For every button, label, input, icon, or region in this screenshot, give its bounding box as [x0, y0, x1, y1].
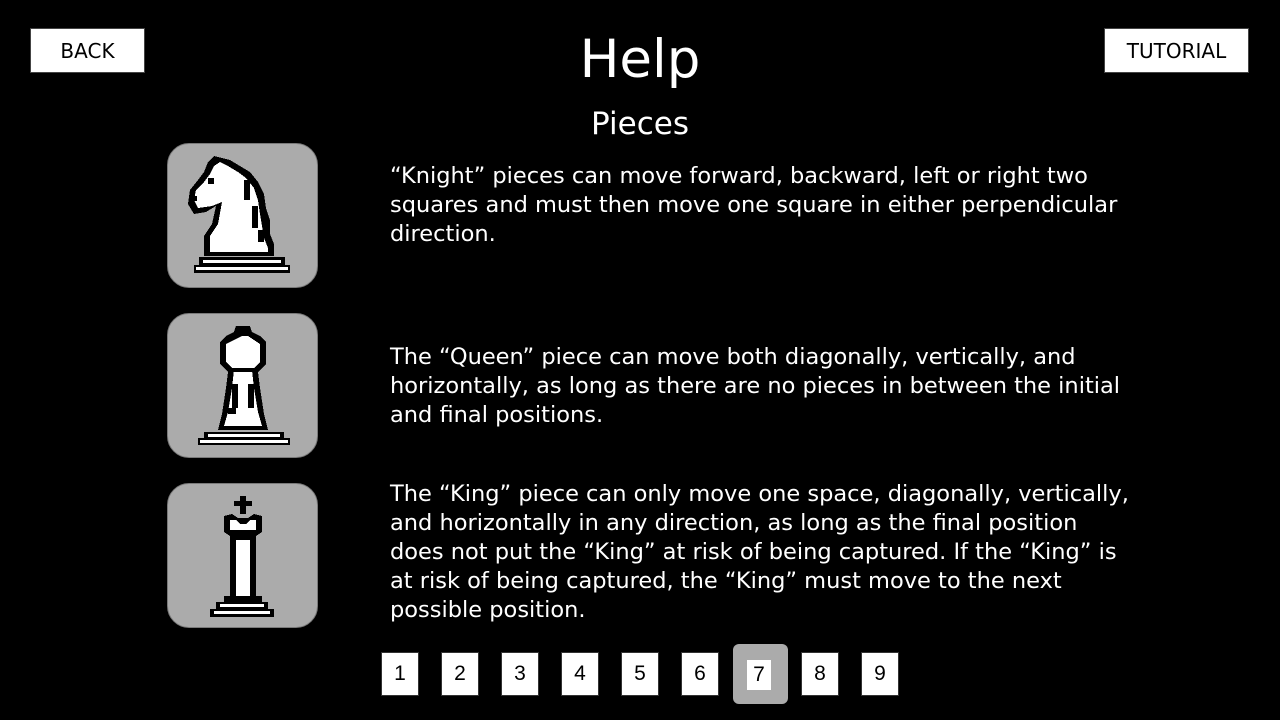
- king-piece-card: [167, 483, 318, 628]
- queen-piece-card: [167, 313, 318, 458]
- page-button-2[interactable]: 2: [441, 652, 479, 696]
- queen-icon: [198, 326, 290, 445]
- king-icon: [210, 496, 274, 617]
- section-subtitle: Pieces: [591, 106, 689, 142]
- page-button-5[interactable]: 5: [621, 652, 659, 696]
- page-button-3[interactable]: 3: [501, 652, 539, 696]
- tutorial-button[interactable]: TUTORIAL: [1104, 28, 1249, 73]
- king-description: The “King” piece can only move one space…: [390, 481, 1129, 623]
- knight-piece-card: [167, 143, 318, 288]
- knight-description: “Knight” pieces can move forward, backwa…: [390, 163, 1118, 247]
- knight-icon: [188, 156, 290, 273]
- page-button-9[interactable]: 9: [861, 652, 899, 696]
- page-button-1[interactable]: 1: [381, 652, 419, 696]
- page-button-6[interactable]: 6: [681, 652, 719, 696]
- queen-description: The “Queen” piece can move both diagonal…: [390, 344, 1121, 428]
- page-active-highlight: 7: [733, 644, 788, 704]
- page-button-7[interactable]: 7: [747, 660, 771, 690]
- page-button-8[interactable]: 8: [801, 652, 839, 696]
- page-button-4[interactable]: 4: [561, 652, 599, 696]
- page-title: Help: [579, 29, 701, 90]
